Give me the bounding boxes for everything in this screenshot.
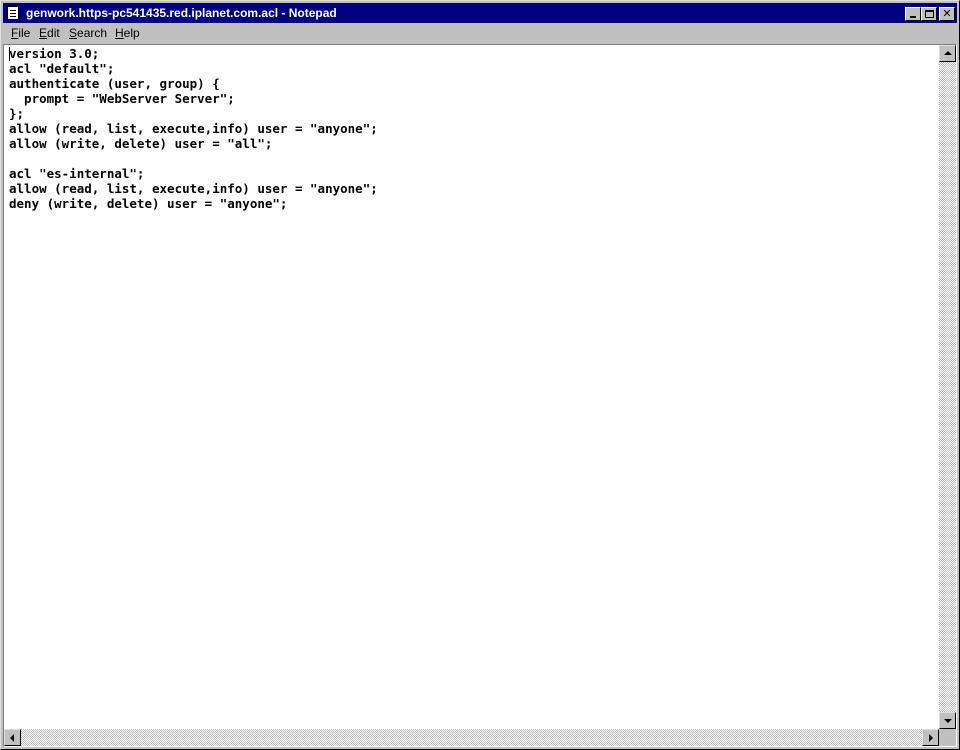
menu-file-label: ile (18, 26, 31, 40)
scrollbar-corner (939, 729, 956, 746)
menu-edit-mnemonic: E (39, 26, 48, 40)
text-line: allow (read, list, execute,info) user = … (9, 121, 378, 136)
menu-help-label: elp (123, 26, 140, 40)
text-line: allow (write, delete) user = "all"; (9, 136, 273, 151)
arrow-down-icon (944, 719, 952, 723)
text-line: version 3.0; (9, 46, 100, 61)
maximize-icon (925, 10, 934, 18)
menu-help-mnemonic: H (115, 26, 124, 40)
menu-help[interactable]: Help (115, 26, 140, 40)
scroll-up-button[interactable] (939, 45, 956, 62)
menu-search-label: earch (77, 26, 108, 40)
notepad-icon[interactable] (7, 5, 19, 20)
text-line: allow (read, list, execute,info) user = … (9, 181, 378, 196)
text-caret (9, 47, 10, 61)
maximize-button[interactable] (921, 7, 937, 21)
close-icon: ✕ (942, 7, 952, 20)
text-line: acl "es-internal"; (9, 166, 145, 181)
scroll-left-button[interactable] (4, 729, 21, 746)
text-line: deny (write, delete) user = "anyone"; (9, 196, 288, 211)
title-bar[interactable]: genwork.https-pc541435.red.iplanet.com.a… (3, 3, 957, 23)
text-line: }; (9, 106, 25, 121)
menu-edit[interactable]: Edit (39, 26, 60, 40)
menu-edit-label: dit (47, 26, 60, 40)
menu-bar: File Edit Search Help (3, 24, 957, 43)
scroll-down-button[interactable] (939, 712, 956, 729)
minimize-icon (910, 16, 916, 18)
arrow-right-icon (929, 734, 933, 742)
minimize-button[interactable] (905, 7, 921, 21)
vertical-scrollbar[interactable] (939, 45, 956, 729)
window-title: genwork.https-pc541435.red.iplanet.com.a… (26, 6, 337, 20)
arrow-up-icon (944, 51, 952, 55)
text-line: acl "default"; (9, 61, 115, 76)
text-line: prompt = "WebServer Server"; (9, 91, 235, 106)
menu-search[interactable]: Search (69, 26, 107, 40)
menu-file[interactable]: File (11, 26, 30, 40)
close-button[interactable]: ✕ (939, 7, 955, 21)
editor-frame: version 3.0; acl "default"; authenticate… (3, 44, 957, 747)
notepad-window: genwork.https-pc541435.red.iplanet.com.a… (0, 0, 960, 750)
menu-search-mnemonic: S (69, 26, 78, 40)
scroll-right-button[interactable] (922, 729, 939, 746)
text-line: authenticate (user, group) { (9, 76, 220, 91)
horizontal-scrollbar[interactable] (4, 729, 939, 746)
arrow-left-icon (10, 734, 14, 742)
text-editor[interactable]: version 3.0; acl "default"; authenticate… (4, 45, 939, 729)
